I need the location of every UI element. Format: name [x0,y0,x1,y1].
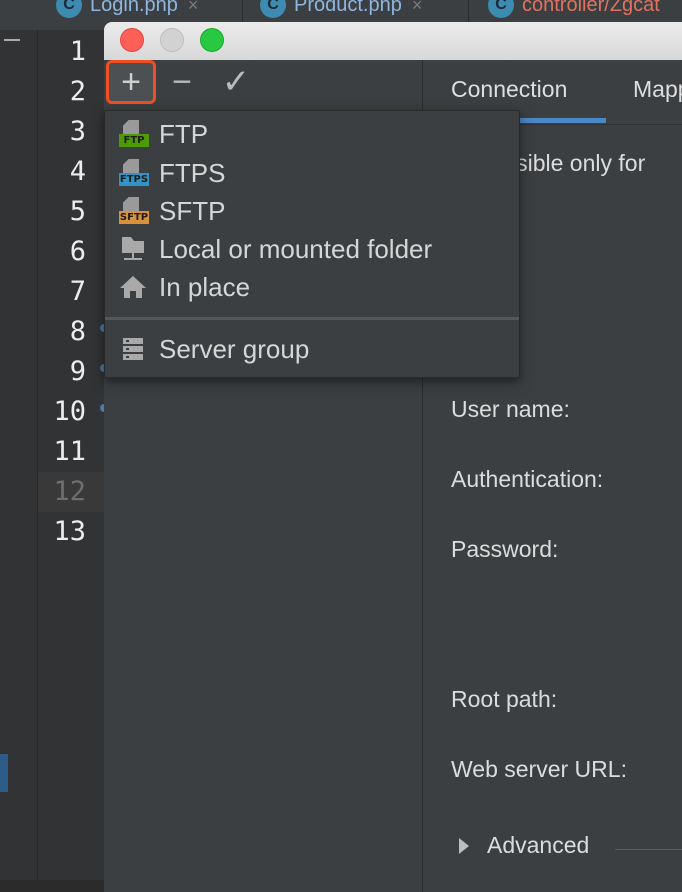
close-icon[interactable]: × [412,0,423,16]
menu-item-label: Server group [159,333,310,364]
advanced-label: Advanced [487,832,590,858]
line-number: 6 [69,236,86,267]
menu-item-label: FTPS [159,157,226,188]
tool-window-marker[interactable] [0,754,8,792]
menu-item-in-place[interactable]: In place [105,268,519,306]
line-number: 9 [69,356,86,387]
tab-label: Login.php [90,0,178,16]
tab-mappings[interactable]: Mapp [633,76,682,103]
menu-item-sftp[interactable]: SFTP SFTP [105,192,519,230]
minus-icon: − [172,62,192,101]
menu-item-label: SFTP [159,195,226,226]
tab-product-php[interactable]: C Product.php × [260,0,422,18]
line-number: 2 [69,76,86,107]
menu-item-ftp[interactable]: FTP FTP [105,115,519,153]
php-class-icon: C [56,0,82,18]
ftp-server-icon: FTP [117,120,149,148]
server-group-icon [117,335,149,363]
remove-server-button[interactable]: − [164,62,200,102]
menu-item-server-group[interactable]: Server group [105,330,519,368]
line-number: 12 [53,476,86,507]
set-default-button[interactable]: ✓ [216,62,256,102]
tab-label: Product.php [294,0,402,16]
advanced-section-toggle[interactable]: Advanced [459,832,589,859]
window-maximize-button[interactable] [200,28,224,52]
menu-item-label: FTP [159,118,209,149]
tool-window-strip [0,30,38,880]
line-number: 1 [69,36,86,67]
add-server-menu: FTP FTP FTPS FTPS SFTP SFTP Local or mou… [104,110,520,378]
ftps-server-icon: FTPS [117,159,149,187]
authentication-label: Authentication: [451,466,604,492]
menu-separator [105,317,519,320]
menu-item-label: In place [159,271,251,302]
tab-controller[interactable]: C controller/Zgcat [488,0,660,18]
line-number: 11 [53,436,86,467]
line-number: 4 [69,156,86,187]
root-path-label: Root path: [451,686,558,712]
menu-item-label: Local or mounted folder [159,233,433,264]
menu-item-ftps[interactable]: FTPS FTPS [105,154,519,192]
password-label: Password: [451,536,559,562]
section-divider [615,849,682,850]
line-number: 5 [69,196,86,227]
collapse-icon[interactable] [4,39,20,41]
line-number: 10 [53,396,86,427]
menu-item-local-folder[interactable]: Local or mounted folder [105,230,519,268]
tab-connection[interactable]: Connection [451,76,567,103]
tab-login-php[interactable]: C Login.php × [56,0,198,18]
web-server-url-label: Web server URL: [451,756,627,782]
tab-label: controller/Zgcat [522,0,660,16]
plus-icon: + [121,62,141,101]
expand-triangle-icon [459,837,469,854]
line-number: 13 [53,516,86,547]
dialog-titlebar [104,22,682,61]
home-icon [117,273,149,301]
php-class-icon: C [488,0,514,18]
line-number: 3 [69,116,86,147]
line-number: 8 [69,316,86,347]
window-minimize-button[interactable] [160,28,184,52]
checkmark-icon: ✓ [221,63,251,101]
window-close-button[interactable] [120,28,144,52]
sftp-server-icon: SFTP [117,197,149,225]
add-server-button[interactable]: + [106,60,156,104]
visible-only-checkbox-label[interactable]: isible only for [511,150,645,177]
line-number: 7 [69,276,86,307]
php-class-icon: C [260,0,286,18]
folder-icon [117,235,149,263]
user-name-label: User name: [451,396,570,422]
close-icon[interactable]: × [188,0,199,16]
